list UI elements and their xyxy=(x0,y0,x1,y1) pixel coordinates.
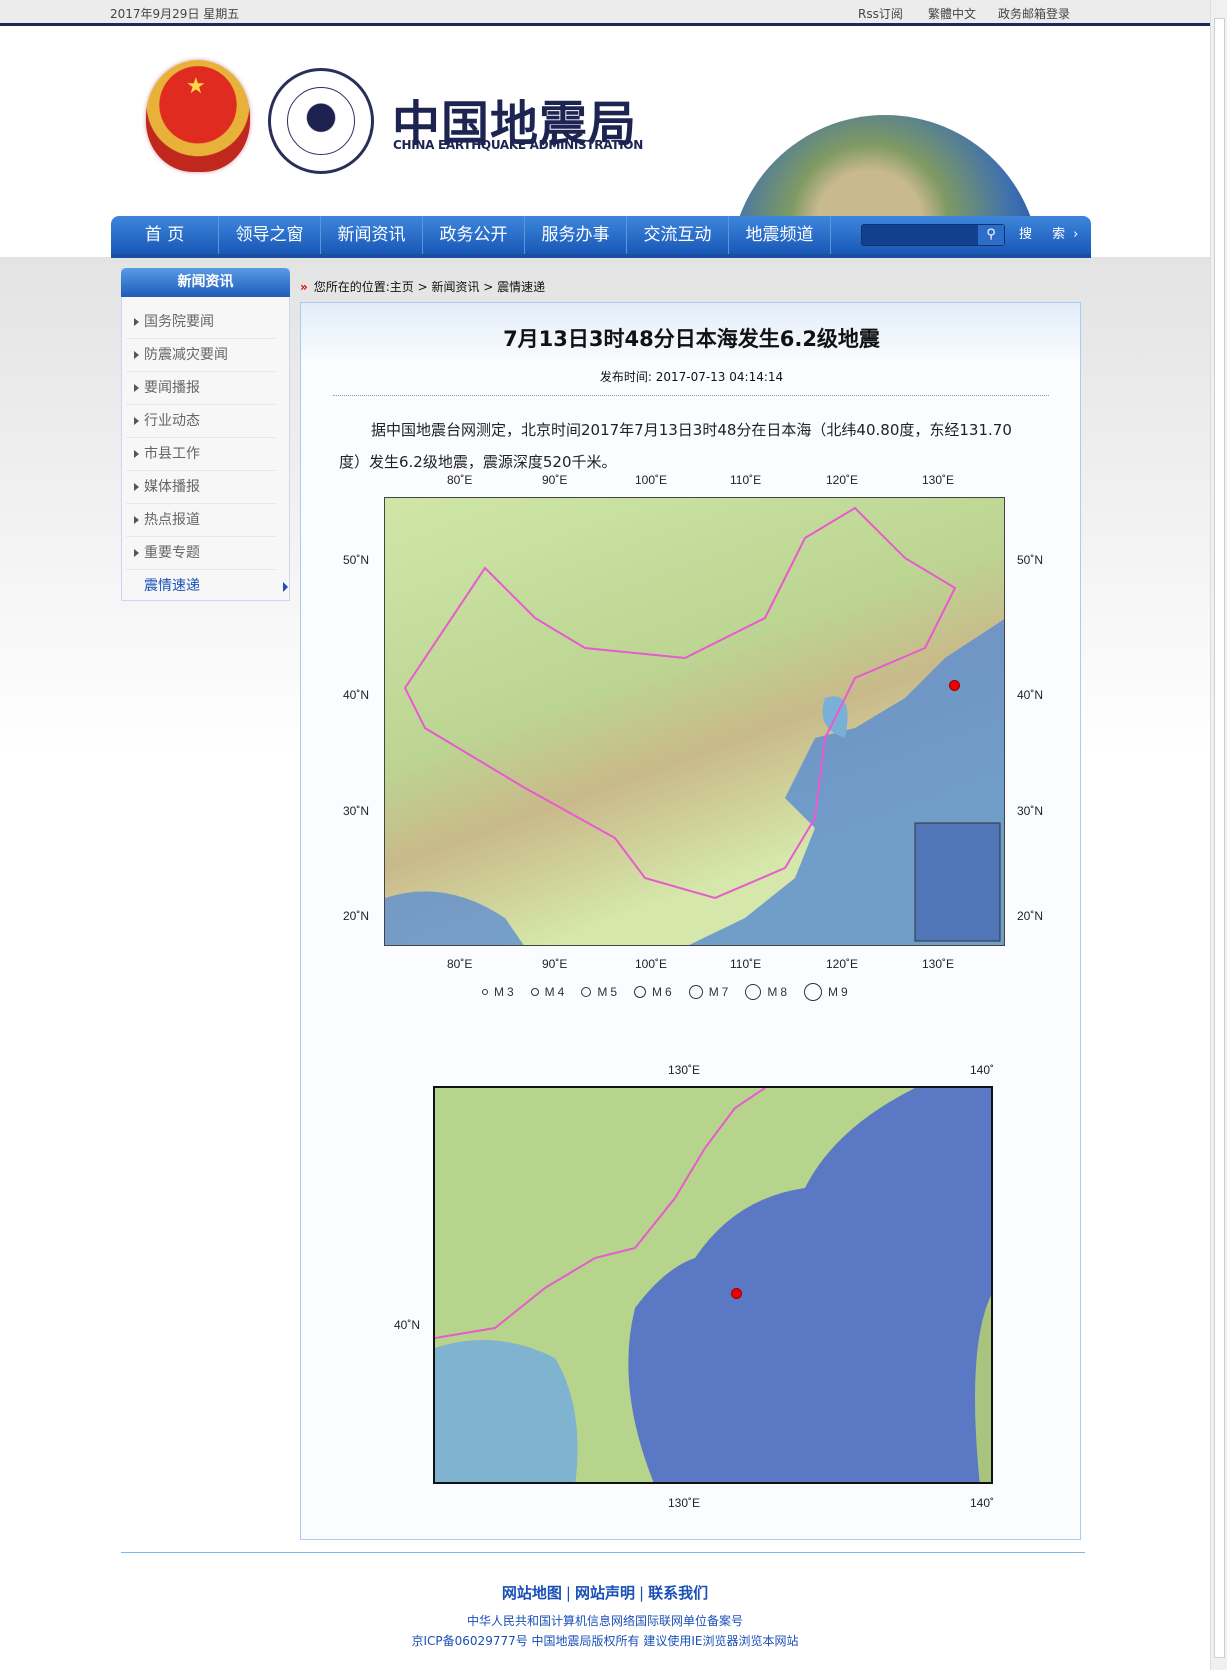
lon-tick: 110˚E xyxy=(730,957,762,971)
lat-tick: 40˚N xyxy=(1017,688,1044,702)
sidebar-item-active[interactable]: 震情速递 xyxy=(126,570,288,603)
sidebar-item[interactable]: 热点报道 xyxy=(126,504,276,537)
lat-tick: 30˚N xyxy=(1017,804,1044,818)
article-paragraph-line2: 度）发生6.2级地震，震源深度520千米。 xyxy=(339,453,617,471)
search-icon[interactable]: ⚲ xyxy=(978,225,1004,245)
article-title: 7月13日3时48分日本海发生6.2级地震 xyxy=(503,327,880,351)
lon-tick: 120˚E xyxy=(826,473,859,487)
nav-home[interactable]: 首 页 xyxy=(111,216,219,254)
map2-area xyxy=(433,1086,993,1484)
sitemap-link[interactable]: 网站地图 xyxy=(502,1584,562,1602)
sidebar-item[interactable]: 防震减灾要闻 xyxy=(126,339,276,372)
national-emblem-icon: ★ xyxy=(146,60,250,172)
lon-tick: 140˚ xyxy=(970,1063,995,1077)
m9-circle-icon xyxy=(804,983,823,1001)
statement-link[interactable]: 网站声明 xyxy=(575,1584,635,1602)
sidebar-item[interactable]: 国务院要闻 xyxy=(126,306,276,339)
lon-tick: 100˚E xyxy=(635,957,668,971)
lon-tick: 140˚ xyxy=(970,1496,995,1510)
publish-time: 发布时间: 2017-07-13 04:14:14 xyxy=(599,370,784,384)
sidebar: 新闻资讯 国务院要闻 防震减灾要闻 要闻播报 行业动态 市县工作 媒体播报 热点… xyxy=(121,268,290,601)
main-nav: 首 页 领导之窗 新闻资讯 政务公开 服务办事 交流互动 地震频道 ⚲ 搜 索› xyxy=(111,216,1091,258)
scrollbar[interactable] xyxy=(1210,0,1227,1670)
lon-tick: 130˚E xyxy=(668,1496,701,1510)
lat-tick: 30˚N xyxy=(343,804,370,818)
footer-copyright: 京ICP备06029777号 中国地震局版权所有 建议使用IE浏览器浏览本网站 xyxy=(411,1634,799,1648)
lon-tick: 80˚E xyxy=(447,957,473,971)
map1-area xyxy=(384,497,1005,946)
map2-terrain xyxy=(435,1088,991,1482)
m4-circle-icon xyxy=(530,988,539,996)
legend-label: M8 xyxy=(767,985,791,999)
legend-label: M7 xyxy=(708,985,732,999)
rss-link[interactable]: Rss订阅 xyxy=(858,5,903,22)
legend-label: M5 xyxy=(597,985,621,999)
sidebar-item[interactable]: 要闻播报 xyxy=(126,372,276,405)
article-paragraph-line1: 据中国地震台网测定，北京时间2017年7月13日3时48分在日本海（北纬40.8… xyxy=(371,421,1012,439)
lat-tick: 40˚N xyxy=(343,688,370,702)
breadcrumb: » 您所在的位置:主页 > 新闻资讯 > 震情速递 xyxy=(300,278,545,295)
lon-tick: 100˚E xyxy=(635,473,668,487)
sidebar-item[interactable]: 行业动态 xyxy=(126,405,276,438)
footer-links: 网站地图 | 网站声明 | 联系我们 xyxy=(501,1584,709,1602)
m6-circle-icon xyxy=(634,986,647,998)
lat-tick: 50˚N xyxy=(343,553,370,567)
nav-government[interactable]: 政务公开 xyxy=(423,216,525,254)
m3-circle-icon xyxy=(482,989,488,995)
logo-subtitle: CHINA EARTHQUAKE ADMINISTRATION xyxy=(393,138,643,152)
lon-tick: 90˚E xyxy=(542,957,568,971)
footer-registration: 中华人民共和国计算机信息网络国际联网单位备案号 xyxy=(466,1614,743,1628)
nav-news[interactable]: 新闻资讯 xyxy=(321,216,423,254)
lon-tick: 90˚E xyxy=(542,473,568,487)
footer-divider xyxy=(121,1552,1085,1553)
sidebar-title: 新闻资讯 xyxy=(121,268,290,297)
current-date: 2017年9月29日 星期五 xyxy=(110,7,240,21)
legend-label: M9 xyxy=(828,985,851,999)
search-input[interactable]: ⚲ xyxy=(861,224,1005,246)
lon-tick: 130˚E xyxy=(922,957,955,971)
lon-tick: 130˚E xyxy=(668,1063,701,1077)
lon-tick: 110˚E xyxy=(730,473,762,487)
cea-seal-logo xyxy=(268,68,374,174)
nav-services[interactable]: 服务办事 xyxy=(525,216,627,254)
map1-terrain xyxy=(385,506,1004,945)
sidebar-item[interactable]: 媒体播报 xyxy=(126,471,276,504)
epicenter-marker xyxy=(949,680,960,691)
breadcrumb-marker-icon: » xyxy=(300,280,308,294)
epicenter-marker xyxy=(731,1288,742,1299)
sidebar-item[interactable]: 重要专题 xyxy=(126,537,276,570)
lat-tick: 40˚N xyxy=(394,1318,421,1332)
lat-tick: 50˚N xyxy=(1017,553,1044,567)
m5-circle-icon xyxy=(581,987,592,997)
magnitude-legend: M3 M4 M5 M6 M7 M8 M9 xyxy=(482,983,851,1001)
breadcrumb-text[interactable]: 您所在的位置:主页 > 新闻资讯 > 震情速递 xyxy=(314,280,545,294)
contact-link[interactable]: 联系我们 xyxy=(648,1584,708,1602)
traditional-chinese-link[interactable]: 繁體中文 xyxy=(928,5,976,22)
lat-tick: 20˚N xyxy=(343,909,370,923)
divider xyxy=(333,395,1049,396)
lat-tick: 20˚N xyxy=(1017,909,1044,923)
search-button[interactable]: 搜 索› xyxy=(1019,216,1086,254)
m7-circle-icon xyxy=(688,985,703,999)
lon-tick: 80˚E xyxy=(447,473,473,487)
legend-label: M6 xyxy=(652,985,675,999)
nav-leaders[interactable]: 领导之窗 xyxy=(219,216,321,254)
m8-circle-icon xyxy=(745,984,762,1000)
legend-label: M4 xyxy=(544,985,568,999)
scrollbar-thumb[interactable] xyxy=(1214,18,1225,1658)
legend-label: M3 xyxy=(494,985,517,999)
sidebar-item[interactable]: 市县工作 xyxy=(126,438,276,471)
nav-interaction[interactable]: 交流互动 xyxy=(627,216,729,254)
lon-tick: 120˚E xyxy=(826,957,859,971)
nav-earthquake-channel[interactable]: 地震频道 xyxy=(729,216,831,254)
gov-mail-login-link[interactable]: 政务邮箱登录 xyxy=(998,5,1070,22)
lon-tick: 130˚E xyxy=(922,473,955,487)
top-bar: 2017年9月29日 星期五 Rss订阅 繁體中文 政务邮箱登录 xyxy=(0,0,1210,26)
